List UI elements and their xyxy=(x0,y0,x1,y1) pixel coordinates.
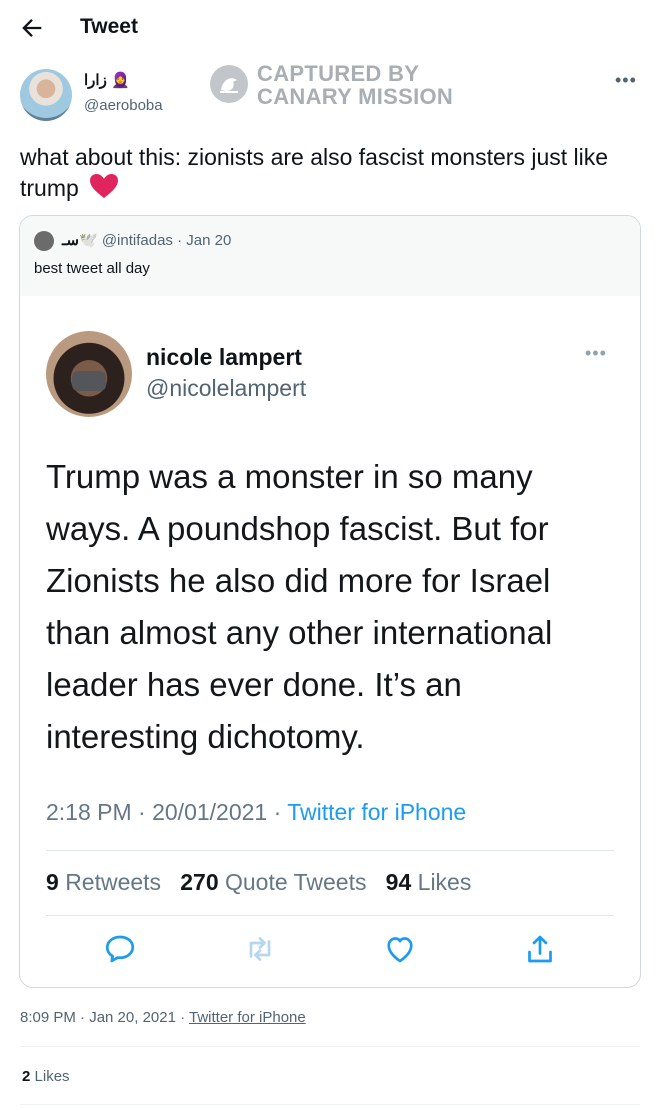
face-mask xyxy=(72,371,106,391)
quoted-text: best tweet all day xyxy=(34,260,150,277)
author-avatar[interactable] xyxy=(20,69,72,121)
likes-label: Likes xyxy=(34,1068,70,1085)
quotes-count: 270 xyxy=(180,869,219,895)
retweets-label: Retweets xyxy=(65,869,162,895)
embedded-time: 2:18 PM · 20/01/2021 · xyxy=(46,799,288,825)
quoted-tweet[interactable]: سـ🕊️ @intifadas · Jan 20 best tweet all … xyxy=(19,215,641,988)
embedded-more-icon: ••• xyxy=(585,343,607,363)
tweet-timestamp: 8:09 PM · Jan 20, 2021 · Twitter for iPh… xyxy=(20,1009,306,1026)
author-name[interactable]: زارا 🧕 xyxy=(84,71,130,89)
embedded-tweet-text: Trump was a monster in so many ways. A p… xyxy=(46,458,553,755)
like-icon xyxy=(387,937,413,963)
back-button[interactable] xyxy=(18,14,46,42)
embedded-author-handle: @nicolelampert xyxy=(146,375,307,401)
quoted-author-name: سـ🕊️ xyxy=(62,232,98,249)
header: Tweet xyxy=(0,0,658,56)
divider xyxy=(20,1046,640,1047)
tweet-source-link[interactable]: Twitter for iPhone xyxy=(189,1009,306,1026)
likes-count: 94 xyxy=(385,869,412,895)
share-icon xyxy=(528,935,552,963)
author-handle[interactable]: @aeroboba xyxy=(84,97,163,114)
embedded-tweet-image: nicole lampert @nicolelampert ••• Trump … xyxy=(20,311,640,987)
page-title: Tweet xyxy=(80,15,138,38)
divider xyxy=(46,915,614,916)
heart-emoji-icon xyxy=(90,174,119,198)
watermark-text: CAPTURED BY CANARY MISSION xyxy=(257,62,453,108)
embedded-timestamp: 2:18 PM · 20/01/2021 · Twitter for iPhon… xyxy=(46,799,466,826)
tweet-time: 8:09 PM · Jan 20, 2021 · xyxy=(20,1009,189,1026)
watermark-line1: CAPTURED BY xyxy=(257,61,420,86)
embedded-author-name: nicole lampert xyxy=(146,344,302,370)
more-options-icon[interactable]: ••• xyxy=(615,70,637,91)
retweets-count: 9 xyxy=(46,869,59,895)
likes-label: Likes xyxy=(417,869,472,895)
quoted-author-meta: سـ🕊️ @intifadas · Jan 20 xyxy=(62,231,231,249)
watermark-line2: CANARY MISSION xyxy=(257,84,454,109)
embedded-actions xyxy=(20,931,640,975)
reply-icon xyxy=(105,935,135,963)
quoted-separator: · xyxy=(177,232,187,249)
quoted-tweet-header: سـ🕊️ @intifadas · Jan 20 best tweet all … xyxy=(20,216,640,296)
likes-summary[interactable]: 2 Likes xyxy=(22,1068,70,1085)
quoted-author-handle: @intifadas xyxy=(101,232,173,249)
quotes-label: Quote Tweets xyxy=(225,869,367,895)
watermark: CAPTURED BY CANARY MISSION xyxy=(210,62,470,110)
embedded-stats: 9 Retweets 270 Quote Tweets 94 Likes xyxy=(46,869,471,896)
divider xyxy=(20,1104,640,1105)
quoted-author-avatar xyxy=(34,231,54,251)
quoted-date: Jan 20 xyxy=(186,232,232,249)
embedded-source: Twitter for iPhone xyxy=(287,799,467,825)
divider xyxy=(46,850,614,851)
tweet-text: what about this: zionists are also fasci… xyxy=(20,142,640,204)
retweet-icon xyxy=(249,937,271,961)
likes-total: 2 xyxy=(22,1068,31,1085)
arrow-left-icon xyxy=(22,19,42,37)
canary-logo-icon xyxy=(210,65,248,103)
